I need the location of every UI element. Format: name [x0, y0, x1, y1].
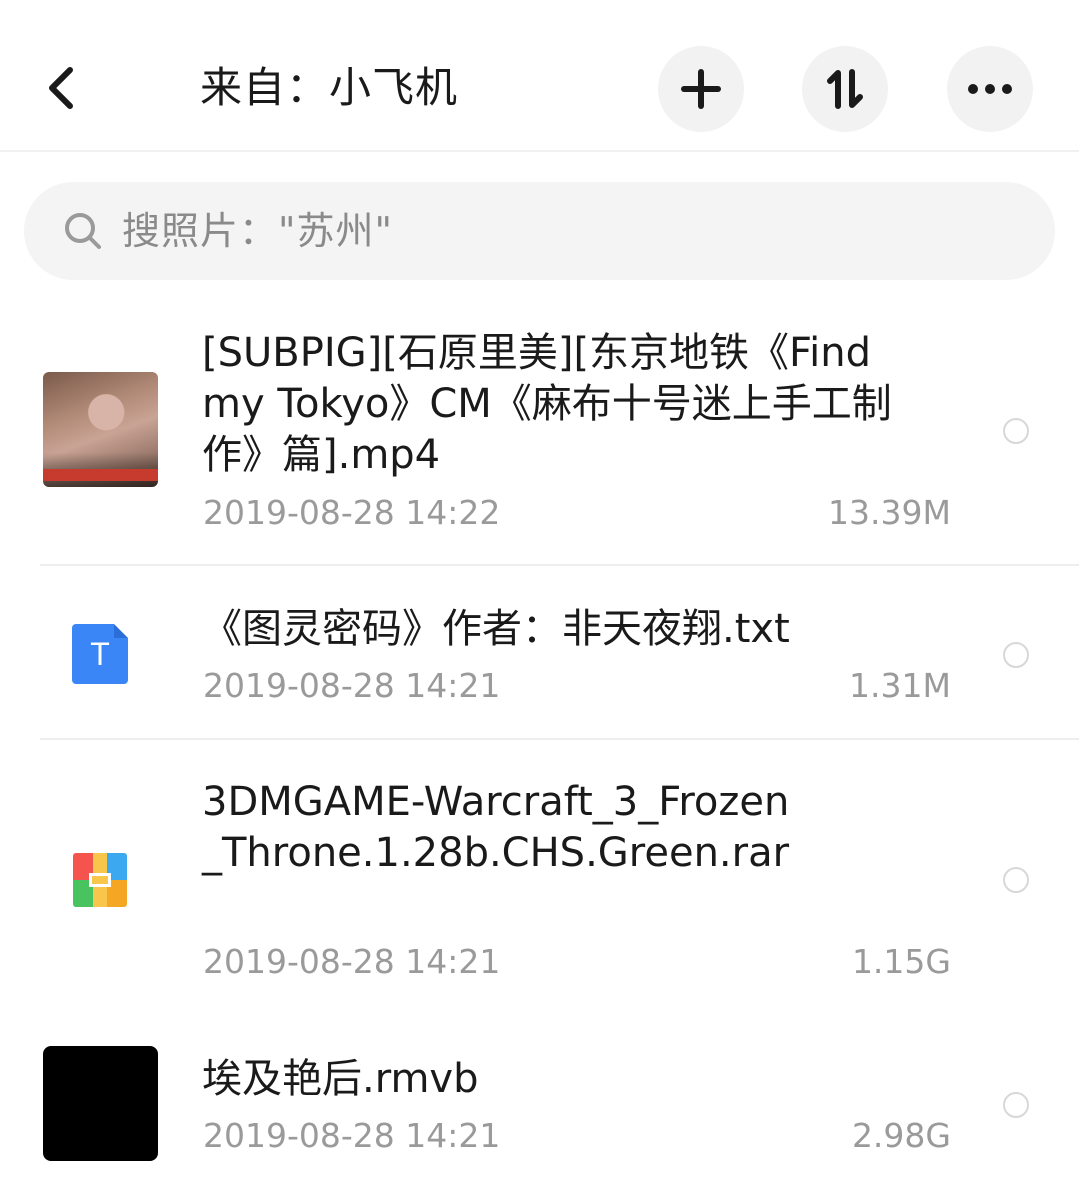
search-input[interactable]: 搜照片："苏州" [24, 182, 1055, 280]
file-name: 埃及艳后.rmvb [202, 1056, 479, 1102]
page-title: 来自：小飞机 [200, 63, 459, 112]
file-date: 2019-08-28 14:22 [203, 493, 501, 532]
search-placeholder: 搜照片："苏州" [122, 209, 393, 253]
list-item[interactable]: 埃及艳后.rmvb 2019-08-28 14:21 2.98G [0, 1016, 1079, 1189]
plus-icon [681, 69, 721, 109]
file-type-letter: T [90, 636, 110, 672]
video-thumbnail [43, 372, 158, 487]
list-item[interactable]: 3DMGAME-Warcraft_3_Frozen_Throne.1.28b.C… [0, 740, 1079, 1016]
list-item[interactable]: T 《图灵密码》作者：非天夜翔.txt 2019-08-28 14:21 1.3… [0, 566, 1079, 740]
txt-file-icon: T [72, 624, 128, 684]
search-icon [65, 213, 101, 249]
add-button[interactable] [658, 46, 744, 132]
ellipsis-icon [968, 84, 1012, 94]
select-checkbox[interactable] [1003, 1092, 1029, 1118]
file-size: 1.31M [849, 666, 951, 705]
rar-archive-icon [73, 853, 127, 907]
thumbnail-caption-strip [43, 469, 158, 481]
file-date: 2019-08-28 14:21 [203, 1116, 501, 1155]
more-button[interactable] [947, 46, 1033, 132]
file-name: [SUBPIG][石原里美][东京地铁《Find my Tokyo》CM《麻布十… [202, 330, 892, 478]
file-size: 1.15G [851, 942, 951, 981]
sort-icon [827, 69, 863, 109]
file-name: 《图灵密码》作者：非天夜翔.txt [202, 606, 790, 652]
select-checkbox[interactable] [1003, 418, 1029, 444]
video-thumbnail-black [43, 1046, 158, 1161]
select-checkbox[interactable] [1003, 642, 1029, 668]
archive-buckle [89, 873, 111, 887]
top-bar: 来自：小飞机 [0, 0, 1079, 152]
file-date: 2019-08-28 14:21 [203, 942, 501, 981]
file-list-screen: 来自：小飞机 搜照片："苏州" [SUBPIG][石原里美][东京地铁《Find… [0, 0, 1079, 1189]
back-button[interactable] [30, 55, 90, 120]
file-size: 13.39M [828, 493, 951, 532]
list-item[interactable]: [SUBPIG][石原里美][东京地铁《Find my Tokyo》CM《麻布十… [0, 300, 1079, 566]
file-date: 2019-08-28 14:21 [203, 666, 501, 705]
chevron-left-icon [49, 66, 73, 109]
sort-button[interactable] [802, 46, 888, 132]
select-checkbox[interactable] [1003, 867, 1029, 893]
file-size: 2.98G [851, 1116, 951, 1155]
file-name: 3DMGAME-Warcraft_3_Frozen_Throne.1.28b.C… [202, 779, 790, 876]
